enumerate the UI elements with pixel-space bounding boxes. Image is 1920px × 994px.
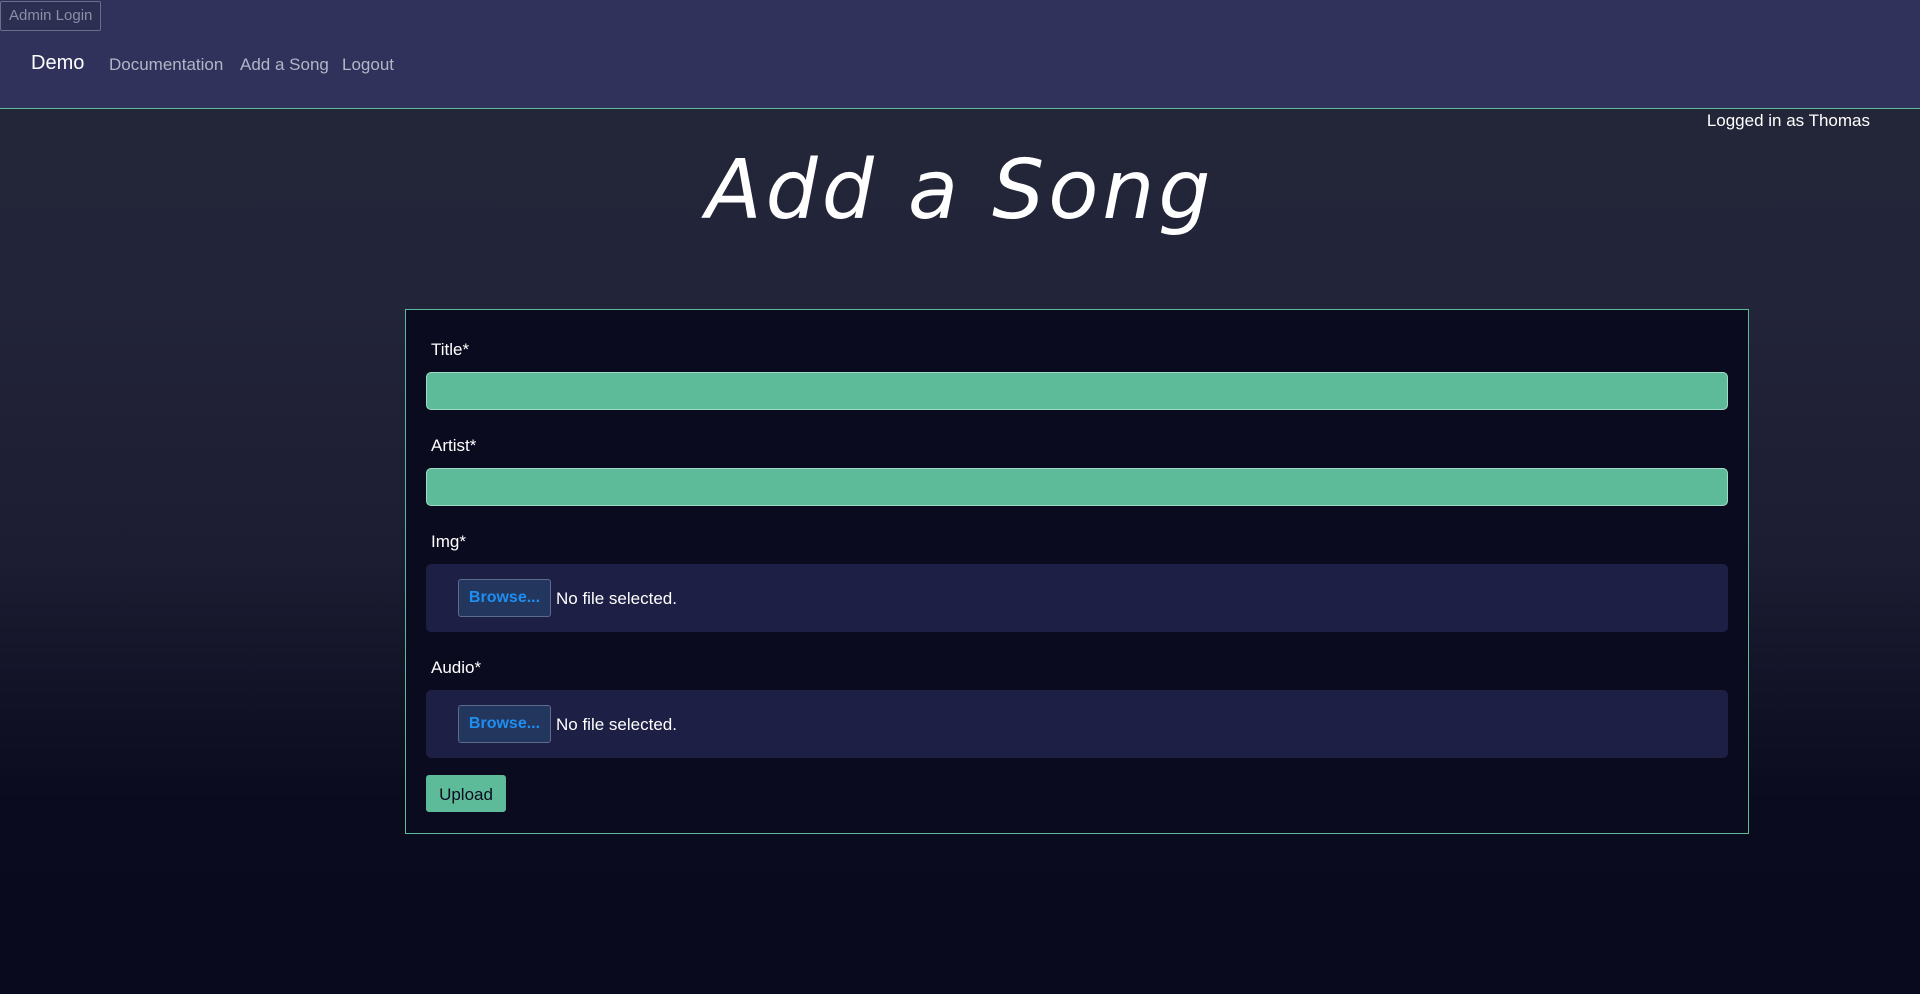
title-input[interactable] [426,372,1728,410]
artist-label: Artist* [431,436,477,455]
artist-input[interactable] [426,468,1728,506]
page-title-container: Add a Song [0,150,1920,232]
audio-file-input: Browse... No file selected. [426,690,1728,758]
add-song-form: Title* Artist* Img* Browse... No file se… [405,309,1749,834]
nav-link-add-a-song[interactable]: Add a Song [240,55,329,75]
title-label: Title* [431,340,470,359]
top-navbar: Demo Documentation Add a Song Logout [0,0,1920,109]
logged-in-status: Logged in as Thomas [1706,111,1870,130]
audio-label: Audio* [431,658,482,677]
img-file-input: Browse... No file selected. [426,564,1728,632]
audio-file-status: No file selected. [556,715,677,734]
nav-link-logout[interactable]: Logout [342,55,394,75]
img-browse-button[interactable]: Browse... [458,579,551,617]
upload-button[interactable]: Upload [426,775,506,812]
brand-link[interactable]: Demo [31,52,84,75]
img-file-status: No file selected. [556,589,677,608]
page-title: Add a Song [705,143,1215,238]
admin-login-button[interactable]: Admin Login [0,1,102,31]
img-label: Img* [431,532,466,551]
audio-browse-button[interactable]: Browse... [458,705,551,743]
nav-link-documentation[interactable]: Documentation [109,55,223,75]
